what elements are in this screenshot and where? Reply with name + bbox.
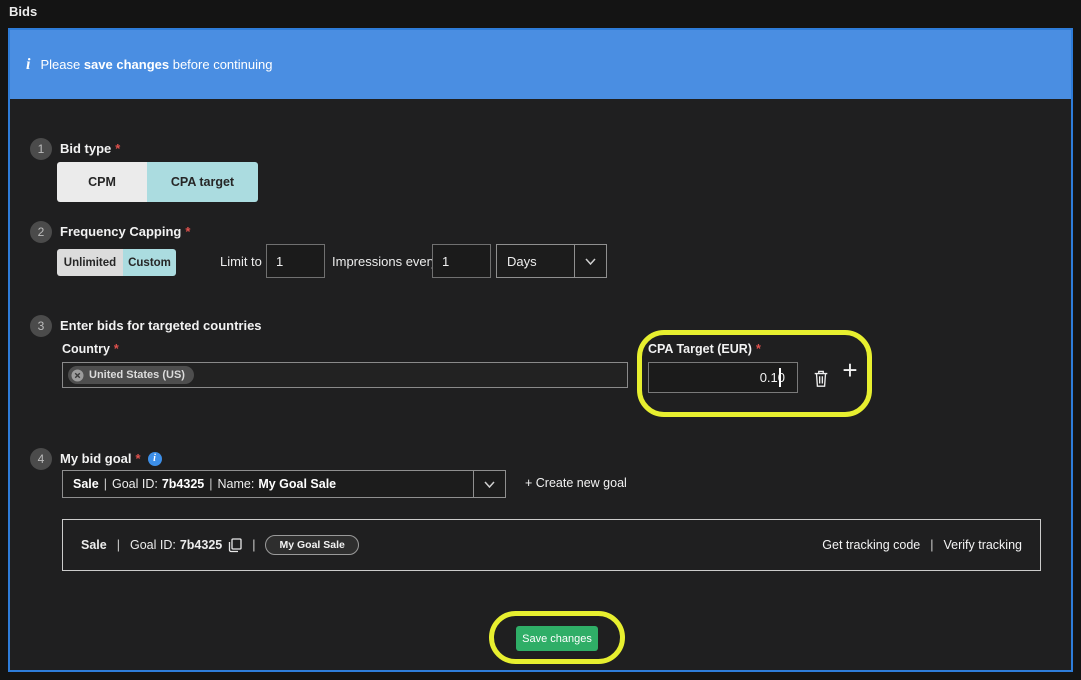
separator: |: [930, 538, 933, 552]
plus-icon: +: [842, 355, 857, 386]
trash-icon: [812, 368, 830, 389]
page-title: Bids: [9, 4, 37, 19]
bid-goal-label-text: My bid goal: [60, 451, 132, 466]
goal-details-left: Sale | Goal ID: 7b4325 | My Goal Sale: [81, 535, 359, 555]
bid-type-label-text: Bid type: [60, 141, 111, 156]
separator: |: [104, 477, 107, 491]
step-2-badge: 2: [30, 221, 52, 243]
country-label: Country *: [62, 342, 119, 356]
goal-id-label: Goal ID:: [112, 477, 158, 491]
copy-icon: [228, 538, 242, 553]
chevron-down-icon: [473, 471, 505, 497]
bid-type-required-mark: *: [115, 141, 120, 156]
text-caret: [779, 368, 781, 387]
goal-row-id-label: Goal ID:: [130, 538, 176, 552]
bids-panel: i Please save changes before continuing …: [8, 28, 1073, 672]
unlimited-button[interactable]: Unlimited: [57, 249, 123, 276]
impressions-input[interactable]: [432, 244, 491, 278]
save-changes-banner: i Please save changes before continuing: [10, 30, 1071, 99]
cpa-required-mark: *: [756, 342, 761, 356]
frequency-capping-label-text: Frequency Capping: [60, 224, 181, 239]
country-label-text: Country: [62, 342, 110, 356]
country-chip-label: United States (US): [89, 369, 185, 381]
step-4-badge: 4: [30, 448, 52, 470]
cpa-target-button[interactable]: CPA target: [147, 162, 258, 202]
country-select[interactable]: United States (US): [62, 362, 628, 388]
delete-bid-button[interactable]: [809, 365, 833, 391]
bid-goal-required-mark: *: [136, 451, 141, 466]
goal-name-pill: My Goal Sale: [265, 535, 358, 555]
goal-select[interactable]: Sale | Goal ID: 7b4325 | Name: My Goal Sale: [62, 470, 506, 498]
period-select[interactable]: Days: [496, 244, 607, 278]
country-chip: United States (US): [68, 366, 194, 384]
goal-select-value: Sale | Goal ID: 7b4325 | Name: My Goal Sale: [63, 477, 336, 491]
goal-row-type: Sale: [81, 538, 107, 552]
banner-message: Please save changes before continuing: [40, 57, 272, 72]
country-required-mark: *: [114, 342, 119, 356]
separator: |: [117, 538, 120, 552]
bid-type-label: Bid type *: [60, 141, 120, 156]
cpa-target-label: CPA Target (EUR) *: [648, 342, 761, 356]
banner-message-bold: save changes: [84, 57, 169, 72]
goal-links: Get tracking code | Verify tracking: [822, 538, 1022, 552]
goal-row-id: 7b4325: [180, 538, 222, 552]
period-select-value: Days: [497, 254, 537, 269]
banner-message-prefix: Please: [40, 57, 83, 72]
cpm-button[interactable]: CPM: [57, 162, 147, 202]
bid-goal-info-icon[interactable]: i: [148, 452, 162, 466]
separator: |: [209, 477, 212, 491]
verify-tracking-link[interactable]: Verify tracking: [943, 538, 1022, 552]
copy-goal-id-button[interactable]: [228, 538, 242, 553]
limit-to-label: Limit to: [220, 254, 262, 269]
get-tracking-code-link[interactable]: Get tracking code: [822, 538, 920, 552]
screen: Bids i Please save changes before contin…: [0, 0, 1081, 680]
banner-message-suffix: before continuing: [169, 57, 272, 72]
create-new-goal-link[interactable]: + Create new goal: [525, 476, 627, 490]
custom-button[interactable]: Custom: [123, 249, 176, 276]
bid-goal-label: My bid goal * i: [60, 451, 162, 466]
goal-name: My Goal Sale: [258, 477, 336, 491]
cpa-target-label-text: CPA Target (EUR): [648, 342, 752, 356]
chevron-down-icon: [574, 245, 606, 277]
info-icon: i: [26, 56, 30, 74]
impressions-every-label: Impressions every: [332, 254, 437, 269]
country-bids-label-text: Enter bids for targeted countries: [60, 318, 262, 333]
frequency-required-mark: *: [185, 224, 190, 239]
goal-id: 7b4325: [162, 477, 204, 491]
cpa-target-input[interactable]: [648, 362, 798, 393]
goal-name-label: Name:: [217, 477, 254, 491]
step-3-badge: 3: [30, 315, 52, 337]
goal-type: Sale: [73, 477, 99, 491]
add-bid-button[interactable]: +: [836, 354, 864, 386]
save-changes-button[interactable]: Save changes: [516, 626, 598, 651]
step-1-badge: 1: [30, 138, 52, 160]
separator: |: [252, 538, 255, 552]
goal-details-row: Sale | Goal ID: 7b4325 | My Goal Sale Ge…: [62, 519, 1041, 571]
frequency-capping-label: Frequency Capping *: [60, 224, 190, 239]
limit-input[interactable]: [266, 244, 325, 278]
remove-country-icon[interactable]: [71, 369, 84, 382]
country-bids-label: Enter bids for targeted countries: [60, 318, 262, 333]
